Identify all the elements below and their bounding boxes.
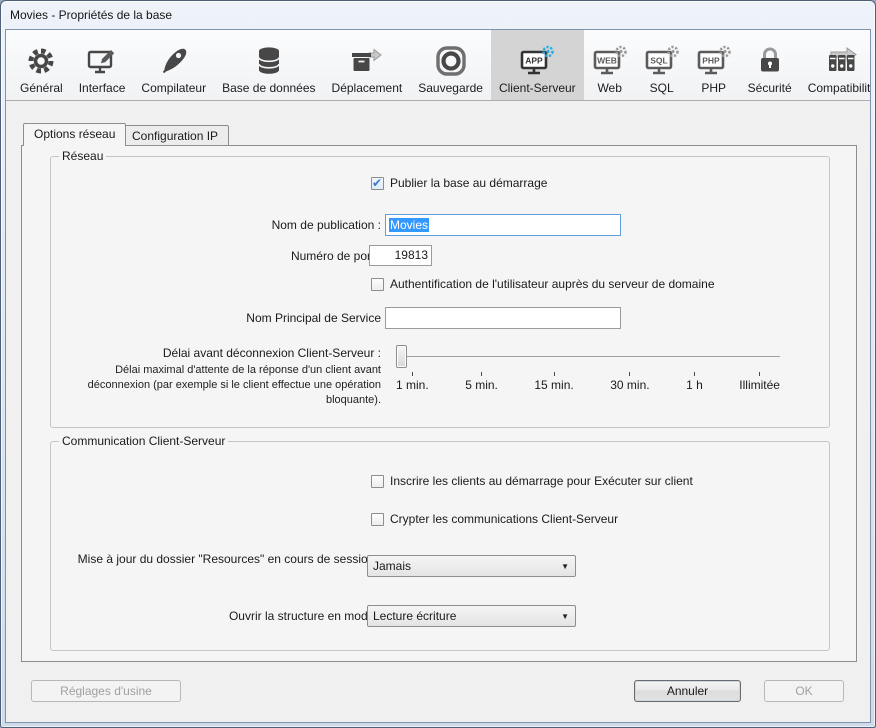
toolbar-item-general[interactable]: Général — [12, 30, 71, 100]
publication-name-label: Nom de publication : — [51, 218, 381, 232]
gear-icon — [24, 41, 58, 81]
checkbox-box — [371, 475, 384, 488]
cancel-button[interactable]: Annuler — [634, 680, 741, 702]
checkbox-box — [371, 177, 384, 190]
settings-toolbar: Général Interface — [6, 30, 870, 101]
toolbar-item-sql[interactable]: SQL SQL — [636, 30, 688, 100]
checkbox-label: Crypter les communications Client-Serveu… — [390, 512, 618, 526]
toolbar-item-label: Base de données — [222, 81, 315, 95]
encrypt-communications-checkbox[interactable]: Crypter les communications Client-Serveu… — [371, 512, 618, 526]
combo-value: Lecture écriture — [373, 609, 561, 623]
life-ring-icon — [434, 41, 468, 81]
tick-label: 5 min. — [465, 378, 498, 392]
slider-thumb[interactable] — [396, 345, 407, 368]
slider-ticks: 1 min. 5 min. 15 min. 30 min. 1 h Illimi… — [396, 372, 780, 392]
tab-ip-configuration[interactable]: Configuration IP — [121, 125, 229, 146]
toolbar-item-database[interactable]: Base de données — [214, 30, 323, 100]
toolbar-item-label: Client-Serveur — [499, 81, 576, 95]
structure-mode-label: Ouvrir la structure en mode : — [51, 609, 381, 623]
tick-label: 15 min. — [534, 378, 573, 392]
timeout-help-text: Délai maximal d'attente de la réponse d'… — [51, 363, 381, 408]
spn-label: Nom Principal de Service — [51, 311, 381, 325]
port-number-label: Numéro de port : — [51, 249, 381, 263]
window-title: Movies - Propriétés de la base — [10, 8, 172, 22]
toolbar-item-client-server[interactable]: APP Client-Serveur — [491, 30, 584, 100]
tab-label: Options réseau — [34, 127, 115, 141]
toolbar-item-label: Compatibilité — [808, 81, 871, 95]
selected-text: Movies — [389, 218, 429, 232]
combo-value: Jamais — [373, 559, 561, 573]
communication-group-legend: Communication Client-Serveur — [59, 434, 228, 448]
timeout-slider[interactable]: 1 min. 5 min. 15 min. 30 min. 1 h Illimi… — [396, 345, 780, 393]
svg-text:SQL: SQL — [650, 56, 667, 66]
toolbar-item-label: Compilateur — [141, 81, 206, 95]
resources-update-combo[interactable]: Jamais ▼ — [367, 555, 576, 577]
chevron-down-icon: ▼ — [561, 562, 570, 571]
port-value: 19813 — [395, 248, 428, 262]
domain-auth-checkbox[interactable]: Authentification de l'utilisateur auprès… — [371, 277, 715, 291]
tick-label: Illimitée — [739, 378, 780, 392]
toolbar-item-interface[interactable]: Interface — [71, 30, 134, 100]
toolbar-item-compiler[interactable]: Compilateur — [133, 30, 214, 100]
app-monitor-gear-icon: APP — [519, 41, 555, 81]
tick-label: 30 min. — [610, 378, 649, 392]
register-clients-checkbox[interactable]: Inscrire les clients au démarrage pour E… — [371, 474, 693, 488]
communication-groupbox: Communication Client-Serveur Inscrire le… — [50, 441, 830, 651]
toolbar-item-compatibility[interactable]: Compatibilité — [800, 30, 871, 100]
sql-monitor-gear-icon: SQL — [644, 41, 680, 81]
toolbar-item-php[interactable]: PHP PHP — [688, 30, 740, 100]
database-icon — [252, 41, 286, 81]
binders-arrow-icon — [824, 41, 860, 81]
spn-input[interactable] — [385, 307, 621, 329]
port-number-input[interactable]: 19813 — [369, 245, 432, 266]
network-options-panel: Réseau Publier la base au démarrage Nom … — [21, 145, 857, 662]
checkbox-box — [371, 278, 384, 291]
structure-mode-combo[interactable]: Lecture écriture ▼ — [367, 605, 576, 627]
ok-button[interactable]: OK — [764, 680, 844, 702]
tab-network-options[interactable]: Options réseau — [23, 123, 126, 146]
box-arrow-icon — [349, 41, 385, 81]
lock-icon — [753, 41, 787, 81]
monitor-pencil-icon — [85, 41, 119, 81]
toolbar-item-label: Sauvegarde — [418, 81, 483, 95]
publish-database-checkbox[interactable]: Publier la base au démarrage — [371, 176, 547, 190]
checkbox-label: Publier la base au démarrage — [390, 176, 547, 190]
php-monitor-gear-icon: PHP — [696, 41, 732, 81]
toolbar-item-label: SQL — [650, 81, 674, 95]
toolbar-item-label: Général — [20, 81, 63, 95]
publication-name-input[interactable]: Movies — [385, 214, 621, 236]
rocket-icon — [157, 41, 191, 81]
checkbox-label: Inscrire les clients au démarrage pour E… — [390, 474, 693, 488]
toolbar-item-label: PHP — [701, 81, 726, 95]
properties-dialog: Movies - Propriétés de la base Général — [0, 0, 876, 728]
checkbox-label: Authentification de l'utilisateur auprès… — [390, 277, 715, 291]
timeout-label: Délai avant déconnexion Client-Serveur : — [51, 346, 381, 360]
network-group-legend: Réseau — [59, 149, 106, 163]
web-monitor-gear-icon: WEB — [592, 41, 628, 81]
toolbar-item-security[interactable]: Sécurité — [740, 30, 800, 100]
tick-label: 1 min. — [396, 378, 429, 392]
toolbar-item-label: Sécurité — [748, 81, 792, 95]
toolbar-item-label: Web — [597, 81, 621, 95]
toolbar-item-backup[interactable]: Sauvegarde — [410, 30, 491, 100]
svg-text:PHP: PHP — [702, 56, 720, 66]
tick-label: 1 h — [686, 378, 703, 392]
chevron-down-icon: ▼ — [561, 612, 570, 621]
factory-settings-button[interactable]: Réglages d'usine — [31, 680, 181, 702]
toolbar-item-label: Déplacement — [332, 81, 403, 95]
resources-update-label: Mise à jour du dossier "Resources" en co… — [51, 552, 381, 566]
toolbar-item-web[interactable]: WEB Web — [584, 30, 636, 100]
svg-text:APP: APP — [526, 56, 544, 66]
slider-track — [396, 356, 780, 357]
titlebar[interactable]: Movies - Propriétés de la base — [1, 1, 875, 29]
checkbox-box — [371, 513, 384, 526]
tab-label: Configuration IP — [132, 129, 218, 143]
svg-text:WEB: WEB — [597, 56, 617, 66]
dialog-body: Général Interface — [5, 29, 871, 723]
network-groupbox: Réseau Publier la base au démarrage Nom … — [50, 156, 830, 428]
toolbar-item-deployment[interactable]: Déplacement — [324, 30, 411, 100]
toolbar-item-label: Interface — [79, 81, 126, 95]
